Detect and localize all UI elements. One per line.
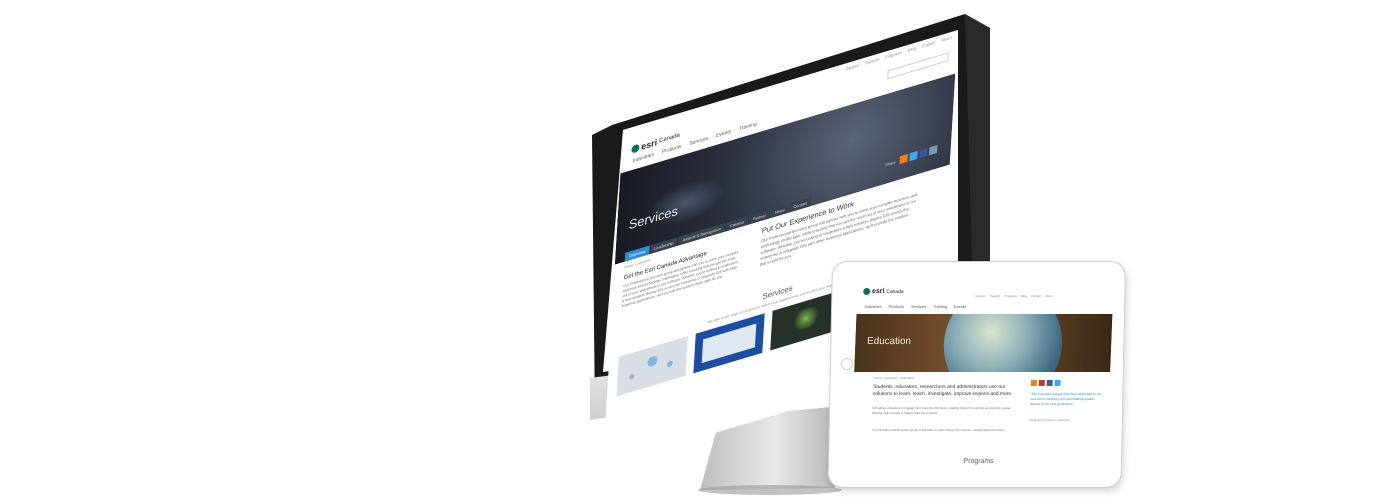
tablet-header: esri Canada Careers Support Programs Blo…: [856, 274, 1114, 314]
top-link[interactable]: Blog: [1021, 294, 1027, 298]
tablet-main-nav: Industries Products Services Training Ev…: [864, 304, 966, 309]
tablet-body-paragraph-2: The Education and Research group is fort…: [871, 428, 1006, 432]
nav-item[interactable]: Training: [933, 304, 947, 309]
top-link[interactable]: Programs: [885, 50, 902, 60]
tablet-share-bar: [1030, 380, 1102, 386]
tablet-section-title: Programs: [963, 458, 994, 465]
top-link[interactable]: Contact: [1031, 294, 1041, 298]
tablet-hero-title: Education: [866, 336, 912, 347]
nav-item[interactable]: Industries: [633, 152, 655, 164]
share-plus-icon[interactable]: [1030, 380, 1037, 386]
globe-icon: [631, 143, 640, 154]
nav-item[interactable]: Services: [911, 304, 926, 309]
tablet-quote-author: Geography Professor, University: [1029, 418, 1070, 422]
facebook-icon[interactable]: [1046, 380, 1053, 386]
top-link[interactable]: Careers: [845, 62, 859, 71]
tablet-webpage: esri Canada Careers Support Programs Blo…: [849, 274, 1115, 480]
top-link[interactable]: Support: [865, 56, 879, 65]
nav-item[interactable]: Training: [739, 121, 757, 132]
globe-image: [941, 314, 1065, 372]
top-link[interactable]: Blog: [908, 45, 916, 52]
nav-item[interactable]: Products: [662, 144, 682, 156]
nav-item[interactable]: Industries: [864, 304, 881, 309]
top-link[interactable]: About: [1045, 294, 1053, 298]
top-link[interactable]: Contact: [922, 40, 936, 49]
tablet-esri-logo[interactable]: esri Canada: [863, 288, 904, 295]
top-link[interactable]: Careers: [975, 294, 986, 298]
nav-item[interactable]: Events: [954, 304, 966, 309]
tablet-lead: Students, educators, researchers and adm…: [872, 384, 1013, 397]
tablet-breadcrumb[interactable]: Home > Industries > Education: [873, 376, 914, 380]
nav-item[interactable]: Events: [716, 129, 731, 139]
tablet-hero: Education: [854, 314, 1113, 372]
tablet-top-links: Careers Support Programs Blog Contact Ab…: [975, 294, 1052, 298]
top-link[interactable]: Support: [990, 294, 1001, 298]
nav-item[interactable]: Products: [888, 304, 904, 309]
nav-item[interactable]: Services: [689, 136, 708, 148]
share-icon[interactable]: [1038, 380, 1045, 386]
top-link[interactable]: Programs: [1004, 294, 1017, 298]
twitter-icon[interactable]: [1054, 380, 1061, 386]
tablet-quote: "Esri Canada's support has been importan…: [1030, 392, 1102, 406]
globe-icon: [863, 288, 871, 295]
top-link[interactable]: About: [941, 35, 952, 43]
tablet-body-paragraph-1: GIS allows educators to engage their stu…: [872, 406, 1011, 415]
tablet-body-content: Home > Industries > Education Students, …: [850, 372, 1110, 480]
